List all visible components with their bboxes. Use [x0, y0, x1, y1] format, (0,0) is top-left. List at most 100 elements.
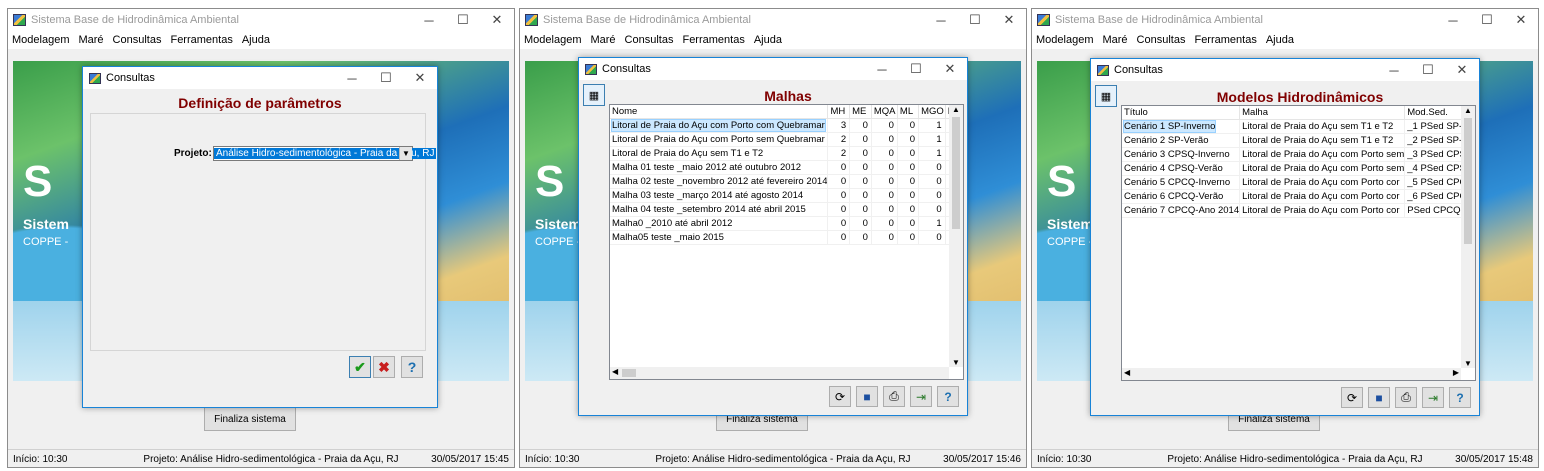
chevron-left-icon[interactable]: ◀ — [1124, 368, 1130, 377]
cell[interactable]: 0 — [871, 132, 898, 147]
cell[interactable]: 0 — [849, 230, 872, 245]
cell[interactable]: 0 — [871, 188, 898, 203]
close-icon[interactable]: ✕ — [992, 9, 1026, 31]
cell[interactable]: 0 — [871, 118, 898, 133]
maximize-icon[interactable]: ☐ — [1470, 9, 1504, 31]
cell[interactable]: 0 — [871, 230, 898, 245]
maximize-icon[interactable]: ☐ — [369, 67, 403, 89]
title-bar[interactable]: Sistema Base de Hidrodinâmica Ambiental … — [520, 9, 1026, 31]
cell[interactable]: 1 — [918, 146, 946, 161]
cell[interactable]: 0 — [897, 132, 920, 147]
cell[interactable]: 0 — [827, 202, 851, 217]
refresh-button[interactable]: ⟳ — [829, 386, 851, 407]
cell[interactable]: Litoral de Praia do Açu com Porto cor — [1239, 189, 1406, 204]
cell[interactable]: Litoral de Praia do Açu sem T1 e T2 — [1239, 133, 1406, 148]
cell[interactable]: 1 — [918, 132, 946, 147]
minimize-icon[interactable]: ─ — [335, 67, 369, 89]
menu-modelagem[interactable]: Modelagem — [1036, 34, 1093, 46]
chevron-right-icon[interactable]: ▶ — [1453, 368, 1459, 377]
cell-titulo[interactable]: Cenário 3 CPSQ-Inverno — [1122, 147, 1241, 162]
cell[interactable]: 0 — [897, 146, 920, 161]
cell[interactable]: 0 — [827, 174, 851, 189]
cell[interactable]: 0 — [871, 216, 898, 231]
col-me[interactable]: ME — [849, 105, 872, 119]
save-button[interactable]: ■ — [856, 386, 878, 407]
chevron-left-icon[interactable]: ◀ — [612, 367, 618, 376]
maximize-icon[interactable]: ☐ — [446, 9, 480, 31]
chevron-down-icon[interactable]: ▼ — [1464, 359, 1472, 368]
table-row[interactable]: Malha 04 teste _setembro 2014 até abril … — [610, 202, 963, 217]
cell-titulo[interactable]: Cenário 1 SP-Inverno — [1122, 119, 1241, 134]
cell-titulo[interactable]: Cenário 2 SP-Verão — [1122, 133, 1241, 148]
cell-titulo[interactable]: Cenário 7 CPCQ-Ano 2014 — [1122, 203, 1241, 218]
menu-ferramentas[interactable]: Ferramentas — [1194, 34, 1256, 46]
cell-nome[interactable]: Litoral de Praia do Açu com Porto sem Qu… — [610, 132, 829, 147]
cell[interactable]: 0 — [827, 160, 851, 175]
cell[interactable]: 0 — [918, 174, 946, 189]
col-titulo[interactable]: Título — [1122, 106, 1241, 120]
cell[interactable]: 0 — [918, 230, 946, 245]
horizontal-scrollbar[interactable]: ◀ — [610, 367, 949, 379]
cell[interactable]: 0 — [849, 118, 872, 133]
cell-nome[interactable]: Malha 01 teste _maio 2012 até outubro 20… — [610, 160, 829, 175]
minimize-icon[interactable]: ─ — [1377, 59, 1411, 81]
col-nome[interactable]: Nome — [610, 105, 829, 119]
cell[interactable]: 0 — [897, 118, 920, 133]
cell[interactable]: 1 — [918, 216, 946, 231]
finalize-button[interactable]: Finaliza sistema — [204, 407, 296, 431]
menu-mare[interactable]: Maré — [1102, 34, 1127, 46]
cell-titulo[interactable]: Cenário 6 CPCQ-Verão — [1122, 189, 1241, 204]
chevron-up-icon[interactable]: ▲ — [952, 105, 960, 114]
cell-nome[interactable]: Malha 02 teste _novembro 2012 até fevere… — [610, 174, 829, 189]
cell[interactable]: 0 — [849, 132, 872, 147]
close-icon[interactable]: ✕ — [480, 9, 514, 31]
cell-nome[interactable]: Litoral de Praia do Açu com Porto com Qu… — [610, 118, 829, 133]
table-row[interactable]: Cenário 1 SP-Inverno Litoral de Praia do … — [1122, 119, 1475, 134]
minimize-icon[interactable]: ─ — [1436, 9, 1470, 31]
close-icon[interactable]: ✕ — [403, 67, 437, 89]
help-button[interactable]: ? — [1449, 387, 1471, 408]
cell[interactable]: 0 — [871, 160, 898, 175]
cell[interactable]: 0 — [897, 160, 920, 175]
menu-ferramentas[interactable]: Ferramentas — [170, 34, 232, 46]
cell[interactable]: 0 — [897, 202, 920, 217]
cell[interactable]: 0 — [827, 230, 851, 245]
table-row[interactable]: Malha05 teste _maio 2015 0 0 0 0 0 — [610, 230, 963, 245]
dialog-title-bar[interactable]: Consultas ─ ☐ ✕ — [83, 67, 437, 89]
table-row[interactable]: Malha 03 teste _março 2014 até agosto 20… — [610, 188, 963, 203]
cell[interactable]: 0 — [897, 230, 920, 245]
cell[interactable]: 0 — [827, 188, 851, 203]
chevron-down-icon[interactable]: ▼ — [952, 358, 960, 367]
cell[interactable]: Litoral de Praia do Açu com Porto sem — [1239, 161, 1406, 176]
dialog-title-bar[interactable]: Consultas ─ ☐ ✕ — [579, 58, 967, 80]
cell[interactable]: 0 — [849, 160, 872, 175]
cell[interactable]: 0 — [871, 146, 898, 161]
cell[interactable]: Litoral de Praia do Açu com Porto cor — [1239, 175, 1406, 190]
table-row[interactable]: Litoral de Praia do Açu sem T1 e T2 2 0 0 0 1 — [610, 146, 963, 161]
dialog-title-bar[interactable]: Consultas ─ ☐ ✕ — [1091, 59, 1479, 81]
table-row[interactable]: Cenário 4 CPSQ-Verão Litoral de Praia do … — [1122, 161, 1475, 176]
menu-consultas[interactable]: Consultas — [1137, 34, 1186, 46]
menu-mare[interactable]: Maré — [590, 34, 615, 46]
minimize-icon[interactable]: ─ — [924, 9, 958, 31]
cancel-button[interactable]: ✖ — [373, 356, 395, 378]
table-row[interactable]: Cenário 2 SP-Verão Litoral de Praia do Aç… — [1122, 133, 1475, 148]
menu-consultas[interactable]: Consultas — [113, 34, 162, 46]
cell[interactable]: 0 — [918, 188, 946, 203]
col-mh[interactable]: MH — [827, 105, 851, 119]
cell-nome[interactable]: Litoral de Praia do Açu sem T1 e T2 — [610, 146, 829, 161]
cell[interactable]: 0 — [897, 174, 920, 189]
col-malha[interactable]: Malha — [1239, 106, 1406, 120]
table-row[interactable]: Cenário 6 CPCQ-Verão Litoral de Praia do … — [1122, 189, 1475, 204]
menu-modelagem[interactable]: Modelagem — [12, 34, 69, 46]
cell[interactable]: 0 — [918, 202, 946, 217]
cell[interactable]: 0 — [871, 202, 898, 217]
cell[interactable]: 0 — [849, 146, 872, 161]
chevron-up-icon[interactable]: ▲ — [1464, 106, 1472, 115]
cell[interactable]: 0 — [871, 174, 898, 189]
refresh-button[interactable]: ⟳ — [1341, 387, 1363, 408]
help-button[interactable]: ? — [401, 356, 423, 378]
scroll-thumb[interactable] — [622, 369, 636, 377]
help-button[interactable]: ? — [937, 386, 959, 407]
cell-nome[interactable]: Malha 04 teste _setembro 2014 até abril … — [610, 202, 829, 217]
